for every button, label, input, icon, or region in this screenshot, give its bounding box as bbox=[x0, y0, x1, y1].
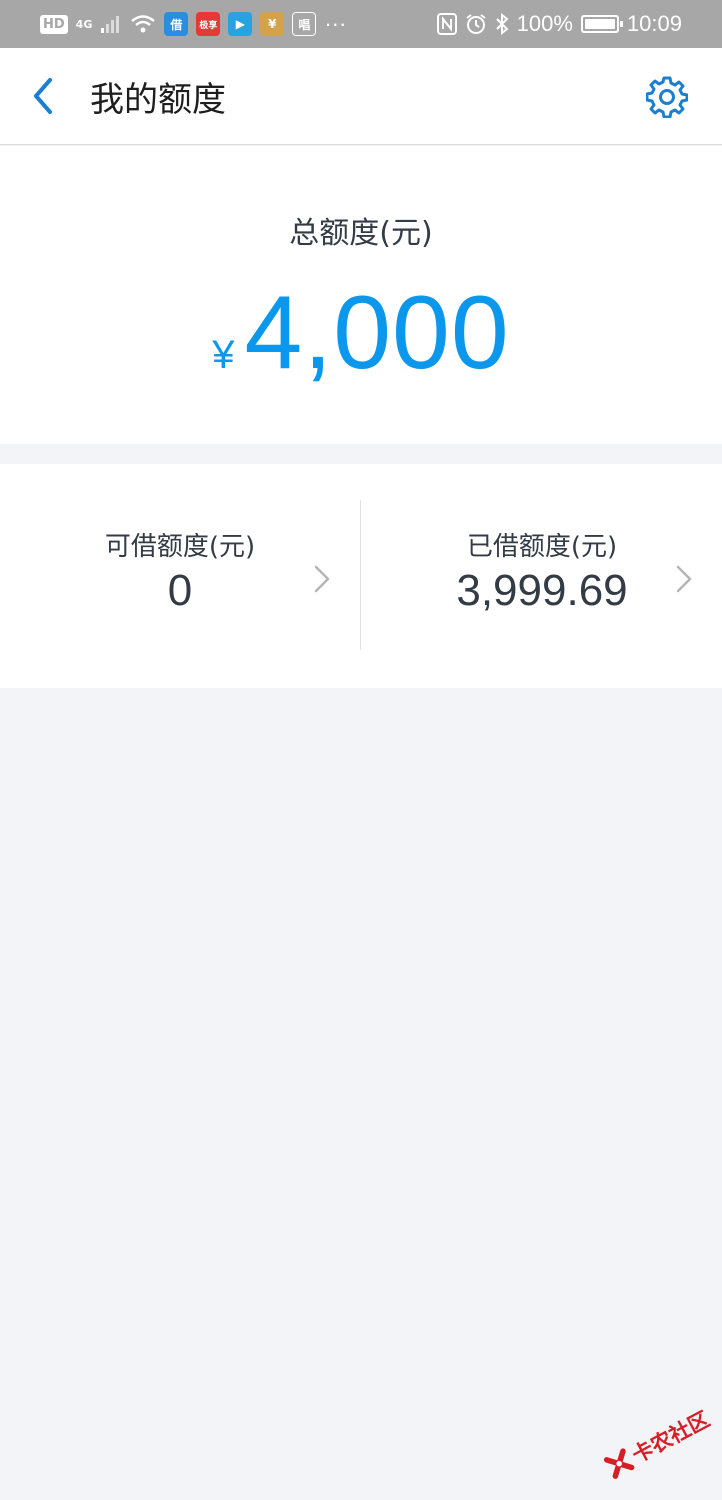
gear-icon[interactable] bbox=[646, 76, 688, 118]
signal-icon bbox=[101, 16, 120, 33]
alarm-icon bbox=[466, 14, 486, 34]
watermark: 卡农社区 bbox=[592, 1386, 722, 1500]
network-label: 4G bbox=[75, 17, 93, 31]
battery-percent: 100% bbox=[516, 11, 573, 36]
app-header: 我的额度 bbox=[0, 48, 722, 145]
borrowed-quota-item[interactable]: 已借额度(元) 3,999.69 bbox=[361, 464, 722, 688]
chevron-right-icon bbox=[314, 565, 330, 593]
battery-level bbox=[584, 19, 615, 29]
watermark-text: 卡农社区 bbox=[628, 1406, 714, 1468]
play-app-icon: ▶ bbox=[228, 12, 253, 36]
total-quota-label: 总额度(元) bbox=[289, 216, 433, 251]
screen: HD 4G 借 极享 ▶ ¥ 唱 ··· 100% 10:09 我的额度 总额度… bbox=[0, 0, 722, 1500]
status-right: 100% 10:09 bbox=[436, 11, 682, 37]
wifi-icon bbox=[131, 15, 156, 33]
currency-symbol: ¥ bbox=[212, 333, 235, 377]
hd-badge: HD bbox=[40, 14, 68, 34]
page-title: 我的额度 bbox=[90, 80, 226, 120]
bluetooth-icon bbox=[495, 13, 509, 35]
total-quota-amount: ¥ 4,000 bbox=[0, 274, 722, 393]
borrowed-quota-label: 已借额度(元) bbox=[466, 532, 618, 562]
more-notifications-icon: ··· bbox=[324, 11, 347, 36]
available-quota-label: 可借额度(元) bbox=[104, 532, 256, 562]
status-left: HD 4G 借 极享 ▶ ¥ 唱 ··· bbox=[40, 11, 346, 37]
available-quota-value: 0 bbox=[167, 566, 193, 615]
available-quota-item[interactable]: 可借额度(元) 0 bbox=[0, 464, 361, 688]
borrowed-quota-value: 3,999.69 bbox=[456, 566, 628, 615]
chevron-right-icon bbox=[676, 565, 692, 593]
status-bar: HD 4G 借 极享 ▶ ¥ 唱 ··· 100% 10:09 bbox=[0, 0, 722, 48]
total-quota-value: 4,000 bbox=[244, 275, 510, 391]
chang-app-icon: 唱 bbox=[292, 12, 317, 36]
status-time: 10:09 bbox=[626, 11, 682, 36]
battery-icon bbox=[580, 15, 623, 33]
total-quota-card: 总额度(元) ¥ 4,000 bbox=[0, 146, 722, 444]
jie-app-icon: 借 bbox=[164, 12, 189, 36]
quota-breakdown-card: 可借额度(元) 0 已借额度(元) 3,999.69 bbox=[0, 464, 722, 688]
jisu-app-icon: 极享 bbox=[196, 12, 221, 36]
nfc-icon bbox=[436, 13, 457, 35]
chevron-left-icon[interactable] bbox=[24, 74, 64, 118]
money-bag-app-icon: ¥ bbox=[260, 12, 285, 36]
